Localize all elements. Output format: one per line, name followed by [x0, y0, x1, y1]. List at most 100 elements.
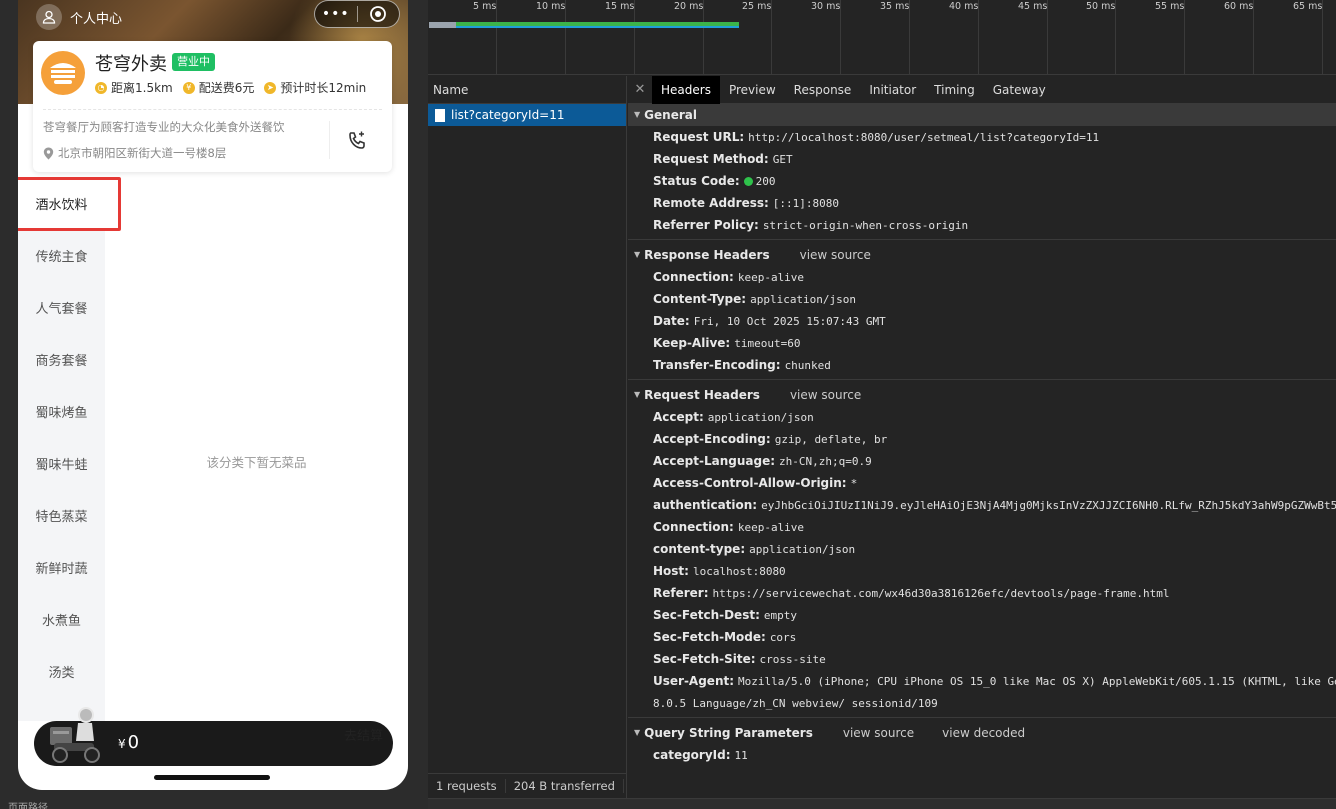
- header-row: Sec-Fetch-Mode: cors: [653, 630, 797, 644]
- user-center-link[interactable]: 个人中心: [36, 3, 122, 31]
- name-column-header[interactable]: Name: [428, 76, 626, 104]
- category-item[interactable]: 商务套餐: [18, 333, 105, 385]
- tab-timing[interactable]: Timing: [925, 76, 984, 104]
- tab-headers[interactable]: Headers: [652, 76, 720, 104]
- category-item[interactable]: 特色蒸菜: [18, 489, 105, 541]
- yuan-icon: ¥: [182, 81, 195, 94]
- category-item[interactable]: 蜀味牛蛙: [18, 437, 105, 489]
- header-row: authentication: eyJhbGciOiJIUzI1NiJ9.eyJl…: [653, 498, 1336, 512]
- eta-text: 预计时长12min: [280, 81, 367, 95]
- phone-call-icon[interactable]: [347, 131, 367, 155]
- header-row: Sec-Fetch-Site: cross-site: [653, 652, 826, 666]
- header-row: Referer: https://servicewechat.com/wx46d3…: [653, 586, 1170, 600]
- header-row: Status Code: 200: [653, 174, 776, 188]
- shop-info-card: 苍穹外卖 营业中 ◔ 距离1.5km ¥ 配送费6元 ➤ 预计时长12min 苍穹餐厅…: [33, 41, 392, 172]
- shop-name: 苍穹外卖: [95, 54, 167, 75]
- detail-tabs: ✕ Headers Preview Response Initiator Tim…: [628, 76, 1336, 104]
- category-item[interactable]: 传统主食: [18, 229, 105, 281]
- header-row: Date: Fri, 10 Oct 2025 15:07:43 GMT: [653, 314, 886, 328]
- header-row: Sec-Fetch-Dest: empty: [653, 608, 797, 622]
- header-row: Accept-Encoding: gzip, deflate, br: [653, 432, 888, 446]
- header-row: Accept: application/json: [653, 410, 814, 424]
- more-menu-icon[interactable]: •••: [315, 6, 357, 22]
- home-indicator: [154, 775, 270, 780]
- checkout-button[interactable]: 去结算: [344, 725, 383, 744]
- delivery-courier-icon: [50, 707, 100, 763]
- empty-dishes-text: 该分类下暂无菜品: [206, 455, 307, 470]
- timeline-tick: 60 ms: [1224, 1, 1254, 12]
- timeline-tick: 50 ms: [1086, 1, 1116, 12]
- request-headers-section-header[interactable]: ▼ Request Headers view source: [628, 384, 1336, 406]
- status-ok-dot-icon: [743, 177, 753, 186]
- timeline-tick: 30 ms: [811, 1, 841, 12]
- header-row: User-Agent: Mozilla/5.0 (iPhone; CPU iPho…: [653, 674, 1336, 688]
- collapse-triangle-icon: ▼: [634, 250, 641, 259]
- header-row: Content-Type: application/json: [653, 292, 857, 306]
- timeline-tick: 5 ms: [473, 1, 497, 12]
- collapse-triangle-icon: ▼: [634, 728, 641, 737]
- network-status-bar: 1 requests 204 B transferred: [428, 773, 627, 797]
- request-list-panel: Name list?categoryId=11 1 requests 204 B…: [428, 76, 627, 809]
- tab-gateway[interactable]: Gateway: [984, 76, 1055, 104]
- cart-amount: 0: [127, 732, 140, 753]
- view-decoded-link[interactable]: view decoded: [942, 722, 1025, 744]
- query-param-row: categoryId: 11: [653, 748, 748, 762]
- category-item[interactable]: 水煮鱼: [18, 593, 105, 645]
- close-target-icon[interactable]: [357, 5, 399, 23]
- view-source-link[interactable]: view source: [790, 384, 861, 406]
- category-sidebar: 酒水饮料 传统主食 人气套餐 商务套餐 蜀味烤鱼 蜀味牛蛙 特色蒸菜 新鲜时蔬 …: [18, 177, 121, 721]
- section-title: Request Headers: [644, 388, 760, 402]
- shop-logo: [41, 51, 85, 95]
- user-center-label: 个人中心: [70, 11, 123, 27]
- category-item[interactable]: 酒水饮料: [18, 177, 105, 229]
- status-badge: 营业中: [172, 53, 215, 71]
- timeline-tick: 35 ms: [880, 1, 910, 12]
- query-params-section-header[interactable]: ▼ Query String Parameters view source vie…: [628, 722, 1336, 744]
- network-timeline: 5 ms 10 ms 15 ms 20 ms 25 ms 30 ms 35 ms…: [428, 0, 1336, 75]
- timeline-tick: 55 ms: [1155, 1, 1185, 12]
- transferred-size: 204 B transferred: [506, 778, 624, 793]
- mini-program-capsule: •••: [314, 0, 400, 28]
- bottom-toolbar: [428, 798, 1336, 809]
- request-name: list?categoryId=11: [451, 108, 565, 122]
- shop-description: 苍穹餐厅为顾客打造专业的大众化美食外送餐饮: [43, 120, 285, 134]
- response-headers-section-header[interactable]: ▼ Response Headers view source: [628, 244, 1336, 266]
- page-path-label: 页面路径: [8, 803, 48, 809]
- navigation-icon: ➤: [264, 81, 277, 94]
- view-source-link[interactable]: view source: [843, 722, 914, 744]
- section-title: Query String Parameters: [644, 726, 813, 740]
- view-source-link[interactable]: view source: [800, 244, 871, 266]
- category-item[interactable]: 人气套餐: [18, 281, 105, 333]
- cart-bar[interactable]: ¥0 去结算: [34, 707, 393, 766]
- general-section-header[interactable]: ▼ General: [628, 104, 1336, 126]
- distance-text: 距离1.5km: [111, 81, 173, 95]
- header-row: Host: localhost:8080: [653, 564, 786, 578]
- header-row: Keep-Alive: timeout=60: [653, 336, 801, 350]
- devtools-network-panel: 5 ms 10 ms 15 ms 20 ms 25 ms 30 ms 35 ms…: [428, 0, 1336, 809]
- header-row: Referrer Policy: strict-origin-when-cross…: [653, 218, 969, 232]
- header-row: Request Method: GET: [653, 152, 793, 166]
- close-icon[interactable]: ✕: [628, 82, 652, 97]
- request-detail-panel: ✕ Headers Preview Response Initiator Tim…: [628, 76, 1336, 809]
- header-row: Transfer-Encoding: chunked: [653, 358, 831, 372]
- category-item[interactable]: 新鲜时蔬: [18, 541, 105, 593]
- header-row: Request URL: http://localhost:8080/user/s…: [653, 130, 1100, 144]
- section-title: Response Headers: [644, 248, 770, 262]
- section-title: General: [644, 108, 697, 122]
- shop-meta: ◔ 距离1.5km ¥ 配送费6元 ➤ 预计时长12min: [95, 79, 376, 96]
- collapse-triangle-icon: ▼: [634, 110, 641, 119]
- request-row[interactable]: list?categoryId=11: [428, 104, 626, 126]
- timeline-tick: 25 ms: [742, 1, 772, 12]
- header-row: content-type: application/json: [653, 542, 856, 556]
- location-pin-icon: [43, 147, 54, 159]
- category-item[interactable]: 汤类: [18, 645, 105, 697]
- category-item[interactable]: 蜀味烤鱼: [18, 385, 105, 437]
- clock-icon: ◔: [95, 81, 107, 94]
- phone-screen: 个人中心 ••• 苍穹外卖 营业中 ◔ 距离1.5km ¥ 配送费6元 ➤ 预计时长1…: [18, 0, 408, 790]
- requests-count: 1 requests: [428, 778, 506, 793]
- address-text: 北京市朝阳区新街大道一号楼8层: [58, 146, 227, 160]
- tab-initiator[interactable]: Initiator: [860, 76, 925, 104]
- tab-preview[interactable]: Preview: [720, 76, 785, 104]
- cart-total: ¥0: [118, 732, 139, 753]
- tab-response[interactable]: Response: [785, 76, 861, 104]
